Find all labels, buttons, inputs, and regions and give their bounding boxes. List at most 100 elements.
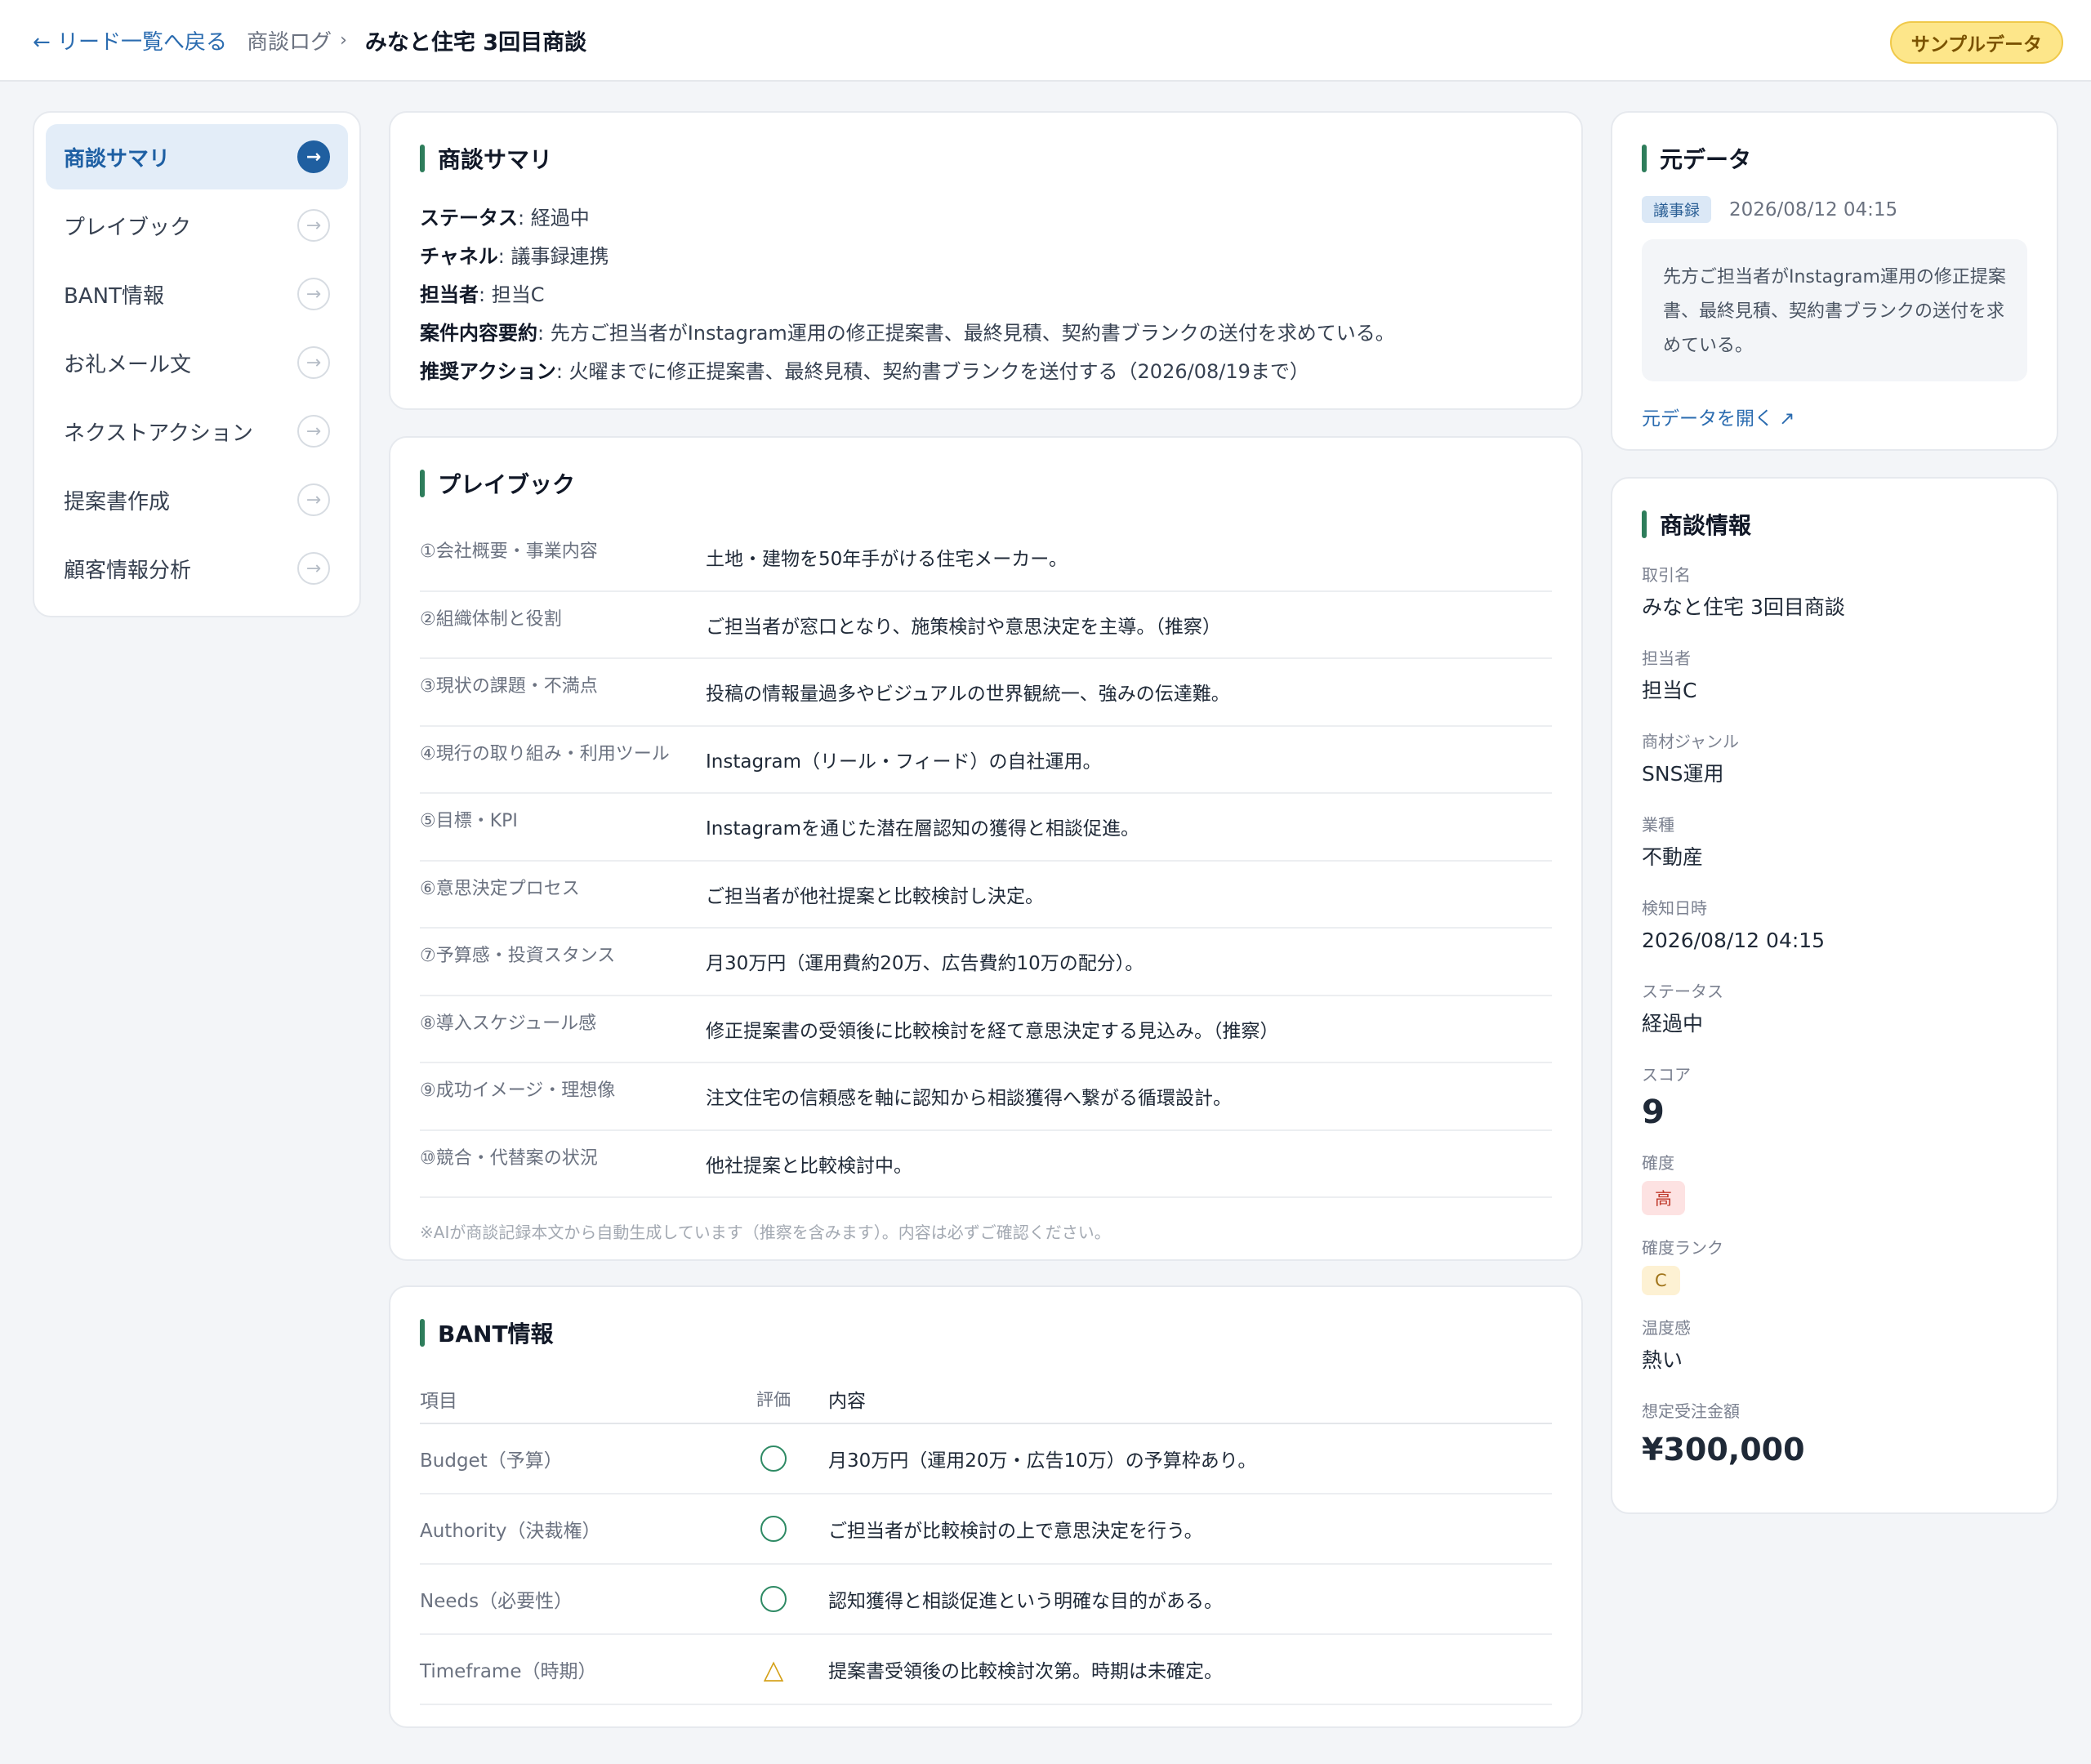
playbook-value: 月30万円（運用費約20万、広告費約10万の配分）。	[706, 953, 1144, 975]
playbook-list: ①会社概要・事業内容 土地・建物を50年手がける住宅メーカー。 ②組織体制と役割ご…	[420, 524, 1552, 1198]
bant-item: Needs（必要性）	[420, 1591, 573, 1612]
source-timestamp: 2026/08/12 04:15	[1729, 198, 1898, 220]
source-heading: 元データ	[1642, 142, 2027, 175]
heading-accent-bar	[420, 470, 425, 497]
playbook-label: ⑥意思決定プロセス	[420, 878, 580, 899]
nav-item-proposal[interactable]: 提案書作成 →	[46, 467, 348, 532]
sample-data-badge: サンプルデータ	[1889, 21, 2063, 64]
industry-value: 不動産	[1642, 845, 1704, 869]
bant-eval	[738, 1516, 809, 1542]
playbook-label: ⑩競合・代替案の状況	[420, 1147, 598, 1169]
arrow-right-icon: →	[297, 415, 330, 448]
playbook-value: 修正提案書の受領後に比較検討を経て意思決定する見込み。（推察）	[706, 1020, 1279, 1042]
playbook-label: ①会社概要・事業内容	[420, 541, 598, 563]
bant-heading-text: BANT情報	[438, 1321, 554, 1348]
rank-badge: C	[1642, 1266, 1680, 1295]
deal-heading: 商談情報	[1642, 508, 2027, 541]
summary-key: チャネル	[420, 245, 498, 268]
top-bar: ← リード一覧へ戻る 商談ログ › みなと住宅 3回目商談 サンプルデータ	[0, 0, 2091, 82]
column-header-content: 内容	[828, 1391, 866, 1412]
certainty-badge: 高	[1642, 1181, 1685, 1215]
bant-eval	[738, 1446, 809, 1472]
bant-content: 月30万円（運用20万・広告10万）の予算枠あり。	[828, 1450, 1257, 1472]
bant-item: Authority（決裁権）	[420, 1521, 601, 1542]
nav-item-thank-you-mail[interactable]: お礼メール文 →	[46, 330, 348, 395]
source-heading-text: 元データ	[1660, 146, 1752, 173]
summary-value: : 火曜までに修正提案書、最終見積、契約書ブランクを送付する（2026/08/1…	[555, 360, 1309, 383]
back-to-leads-link[interactable]: ← リード一覧へ戻る	[33, 25, 227, 56]
circle-mark-icon	[760, 1446, 787, 1472]
industry-label: 業種	[1642, 815, 1674, 835]
heading-accent-bar	[1642, 145, 1647, 172]
playbook-row: ③現状の課題・不満点 投稿の情報量過多やビジュアルの世界観統一、強みの伝達難。	[420, 659, 1552, 727]
playbook-value: 他社提案と比較検討中。	[706, 1155, 912, 1177]
playbook-label: ③現状の課題・不満点	[420, 676, 598, 697]
playbook-label: ⑤目標・KPI	[420, 811, 518, 832]
rank-label: 確度ランク	[1642, 1238, 1723, 1258]
nav-item-label: 顧客情報分析	[64, 558, 192, 583]
source-data-card: 元データ 議事録 2026/08/12 04:15 先方ご担当者がInstagr…	[1611, 111, 2058, 451]
chevron-right-icon: ›	[340, 29, 347, 51]
detected-at-value: 2026/08/12 04:15	[1642, 929, 1826, 952]
nav-item-label: BANT情報	[64, 283, 164, 309]
deal-name-label: 取引名	[1642, 565, 1691, 585]
arrow-right-icon: →	[297, 140, 330, 173]
heading-accent-bar	[1642, 510, 1647, 538]
nav-item-label: 商談サマリ	[64, 146, 171, 172]
temperature-value: 熱い	[1642, 1348, 1683, 1372]
score-value: 9	[1642, 1094, 1665, 1131]
bant-content: ご担当者が比較検討の上で意思決定を行う。	[828, 1521, 1203, 1542]
bant-table-header: 項目 評価 内容	[420, 1375, 1552, 1424]
deal-name-value: みなと住宅 3回目商談	[1642, 595, 1845, 619]
playbook-heading-text: プレイブック	[438, 471, 576, 498]
summary-key: 担当者	[420, 283, 479, 306]
playbook-value: ご担当者が他社提案と比較検討し決定。	[706, 885, 1044, 907]
genre-value: SNS運用	[1642, 762, 1724, 786]
nav-item-label: プレイブック	[64, 215, 192, 240]
circle-mark-icon	[760, 1586, 787, 1612]
certainty-label: 確度	[1642, 1153, 1674, 1173]
summary-value: : 議事録連携	[497, 245, 609, 268]
table-row: Authority（決裁権） ご担当者が比較検討の上で意思決定を行う。	[420, 1494, 1552, 1565]
open-source-link[interactable]: 元データを開く ↗	[1642, 403, 1795, 430]
playbook-row: ⑤目標・KPI Instagramを通じた潜在層認知の獲得と相談促進。	[420, 794, 1552, 862]
deal-info-card: 商談情報 取引名 みなと住宅 3回目商談 担当者 担当C 商材ジャンル SNS運…	[1611, 477, 2058, 1514]
temperature-label: 温度感	[1642, 1318, 1691, 1338]
table-row: Budget（予算） 月30万円（運用20万・広告10万）の予算枠あり。	[420, 1424, 1552, 1494]
heading-accent-bar	[420, 145, 425, 172]
playbook-value: ご担当者が窓口となり、施策検討や意思決定を主導。（推察）	[706, 616, 1221, 638]
nav-item-label: お礼メール文	[64, 352, 192, 377]
playbook-row: ②組織体制と役割 ご担当者が窓口となり、施策検討や意思決定を主導。（推察）	[420, 592, 1552, 659]
nav-item-customer-analysis[interactable]: 顧客情報分析 →	[46, 536, 348, 601]
arrow-right-icon: →	[297, 209, 330, 242]
summary-key: ステータス	[420, 207, 518, 229]
source-type-tag: 議事録	[1642, 196, 1712, 223]
playbook-label: ④現行の取り組み・利用ツール	[420, 743, 670, 764]
source-meta: 議事録 2026/08/12 04:15	[1642, 196, 2027, 223]
summary-key: 推奨アクション	[420, 360, 556, 383]
summary-value: : 経過中	[518, 207, 590, 229]
bant-item: Timeframe（時期）	[420, 1661, 597, 1682]
arrow-right-icon: →	[297, 278, 330, 310]
circle-mark-icon	[760, 1516, 787, 1542]
genre-label: 商材ジャンル	[1642, 732, 1739, 751]
bant-content: 提案書受領後の比較検討次第。時期は未確定。	[828, 1661, 1223, 1682]
playbook-label: ⑧導入スケジュール感	[420, 1013, 597, 1034]
summary-row-case: 案件内容要約: 先方ご担当者がInstagram運用の修正提案書、最終見積、契約…	[420, 314, 1552, 353]
nav-item-next-action[interactable]: ネクストアクション →	[46, 399, 348, 464]
summary-key: 案件内容要約	[420, 322, 537, 345]
nav-item-playbook[interactable]: プレイブック →	[46, 193, 348, 258]
nav-item-summary[interactable]: 商談サマリ →	[46, 124, 348, 189]
playbook-label: ②組織体制と役割	[420, 608, 562, 630]
playbook-value: Instagramを通じた潜在層認知の獲得と相談促進。	[706, 818, 1140, 840]
playbook-value: 土地・建物を50年手がける住宅メーカー。	[706, 549, 1068, 571]
expected-amount-value: ¥300,000	[1642, 1432, 1805, 1468]
breadcrumb-meeting-log[interactable]: 商談ログ	[247, 25, 332, 56]
playbook-row: ⑩競合・代替案の状況 他社提案と比較検討中。	[420, 1131, 1552, 1198]
summary-row-channel: チャネル: 議事録連携	[420, 238, 1552, 276]
playbook-row: ⑦予算感・投資スタンス 月30万円（運用費約20万、広告費約10万の配分）。	[420, 929, 1552, 996]
summary-value: : 先方ご担当者がInstagram運用の修正提案書、最終見積、契約書ブランクの…	[537, 322, 1395, 345]
nav-item-bant[interactable]: BANT情報 →	[46, 261, 348, 327]
playbook-row: ⑥意思決定プロセス ご担当者が他社提案と比較検討し決定。	[420, 862, 1552, 929]
bant-heading: BANT情報	[420, 1316, 1552, 1349]
